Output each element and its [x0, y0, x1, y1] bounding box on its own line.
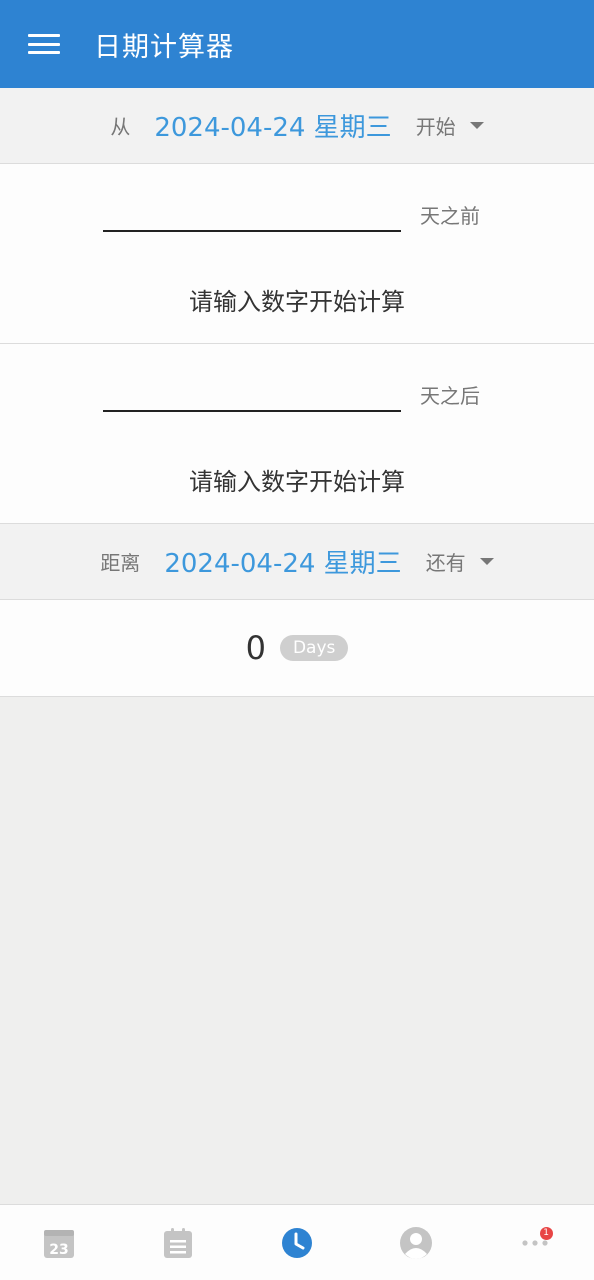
days-after-suffix: 天之后 [420, 384, 480, 408]
caret-down-icon [479, 558, 494, 565]
distance-date-row: 距离 2024-04-24 星期三 还有 [0, 524, 594, 600]
page-title: 日期计算器 [94, 31, 234, 63]
clock-icon [281, 1227, 312, 1258]
nav-item-list[interactable] [148, 1213, 208, 1273]
days-before-input[interactable] [103, 194, 401, 232]
distance-mode-dropdown[interactable]: 还有 [426, 547, 494, 576]
app-bar: 日期计算器 [0, 0, 594, 88]
calendar-day-text: 23 [50, 1242, 69, 1258]
distance-mode-label: 还有 [425, 551, 466, 575]
days-after-hint: 请输入数字开始计算 [189, 468, 405, 496]
from-mode-label: 开始 [415, 115, 456, 139]
nav-item-calendar[interactable]: 23 [29, 1213, 89, 1273]
days-before-hint: 请输入数字开始计算 [189, 288, 405, 316]
nav-item-clock[interactable] [267, 1213, 327, 1273]
days-after-block: 天之后 请输入数字开始计算 [0, 344, 594, 524]
days-after-input[interactable] [103, 374, 401, 412]
caret-down-icon [469, 122, 484, 129]
from-label: 从 [110, 115, 131, 139]
distance-date-picker[interactable]: 2024-04-24 星期三 [164, 543, 401, 580]
result-block: 0 Days [0, 600, 594, 697]
from-date-picker[interactable]: 2024-04-24 星期三 [154, 107, 391, 144]
distance-label: 距离 [100, 551, 141, 575]
bottom-nav: 23 1 [0, 1204, 594, 1280]
result-value: 0 [245, 629, 266, 667]
calendar-23-icon: 23 [44, 1229, 75, 1258]
hamburger-menu-icon[interactable] [28, 32, 60, 56]
days-before-block: 天之前 请输入数字开始计算 [0, 164, 594, 344]
result-unit-badge: Days [279, 635, 349, 661]
days-before-suffix: 天之前 [420, 204, 480, 228]
avatar-icon [399, 1226, 432, 1259]
notification-badge: 1 [539, 1226, 553, 1240]
from-mode-dropdown[interactable]: 开始 [416, 111, 484, 140]
nav-item-more[interactable]: 1 [505, 1213, 565, 1273]
from-date-row: 从 2024-04-24 星期三 开始 [0, 88, 594, 164]
list-note-icon [164, 1227, 193, 1258]
nav-item-profile[interactable] [386, 1213, 446, 1273]
